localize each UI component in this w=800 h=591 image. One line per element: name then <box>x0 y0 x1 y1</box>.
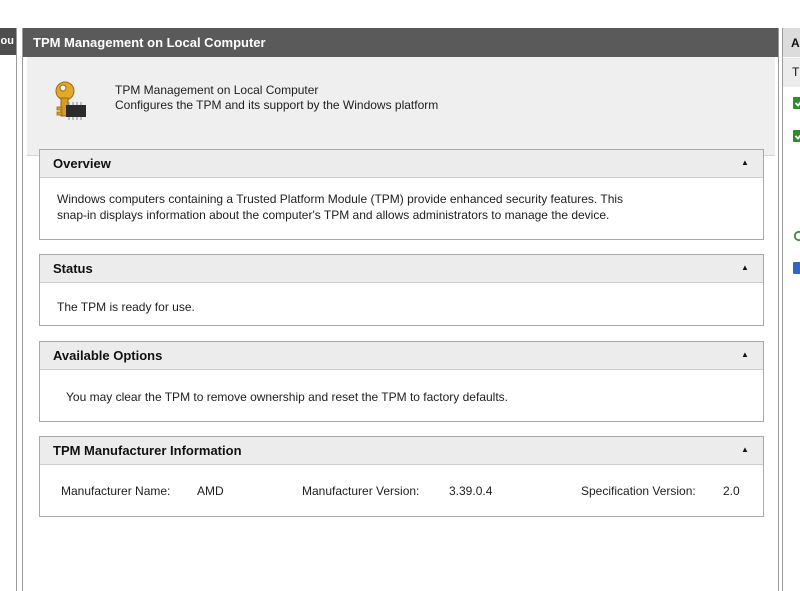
green-check-icon[interactable] <box>793 130 800 142</box>
overview-text-line1: Windows computers containing a Trusted P… <box>57 192 624 206</box>
collapse-status-button[interactable]: ▲ <box>737 260 753 276</box>
overview-body: Windows computers containing a Trusted P… <box>40 178 763 240</box>
intro-banner: TPM Management on Local Computer Configu… <box>27 57 775 156</box>
tpm-management-pane: TPM Management on Local Computer TPM Man <box>22 28 779 591</box>
actions-pane: A T <box>782 28 800 591</box>
key-chip-icon <box>55 81 86 120</box>
available-options-header[interactable]: Available Options ▲ <box>40 342 763 370</box>
intro-title: TPM Management on Local Computer <box>115 83 319 97</box>
overview-title: Overview <box>53 156 111 171</box>
collapse-manufacturer-button[interactable]: ▲ <box>737 442 753 458</box>
green-check-icon[interactable] <box>793 97 800 109</box>
refresh-icon[interactable] <box>793 230 800 242</box>
status-header[interactable]: Status ▲ <box>40 255 763 283</box>
actions-header-label: A <box>791 36 800 50</box>
specification-version-label: Specification Version: <box>581 484 696 498</box>
manufacturer-title: TPM Manufacturer Information <box>53 443 242 458</box>
pane-title: TPM Management on Local Computer <box>23 28 778 57</box>
collapse-overview-button[interactable]: ▲ <box>737 155 753 171</box>
clear-tpm-text: You may clear the TPM to remove ownershi… <box>66 390 508 404</box>
manufacturer-name-value: AMD <box>197 484 224 498</box>
intro-description: Configures the TPM and its support by th… <box>115 98 439 112</box>
manufacturer-section: TPM Manufacturer Information ▲ Manufactu… <box>39 436 764 517</box>
top-strip <box>0 0 800 28</box>
console-tree-header-label: ou <box>0 35 14 47</box>
collapse-available-options-button[interactable]: ▲ <box>737 347 753 363</box>
manufacturer-body: Manufacturer Name: AMD Manufacturer Vers… <box>40 465 763 517</box>
available-options-body: You may clear the TPM to remove ownershi… <box>40 370 763 422</box>
available-options-title: Available Options <box>53 348 163 363</box>
status-body: The TPM is ready for use. <box>40 283 763 326</box>
overview-section: Overview ▲ Windows computers containing … <box>39 149 764 240</box>
overview-text-line2: snap-in displays information about the c… <box>57 208 610 222</box>
manufacturer-version-value: 3.39.0.4 <box>449 484 493 498</box>
actions-group-label: T <box>792 65 800 79</box>
status-section: Status ▲ The TPM is ready for use. <box>39 254 764 326</box>
status-text: The TPM is ready for use. <box>57 300 195 314</box>
manufacturer-header[interactable]: TPM Manufacturer Information ▲ <box>40 437 763 465</box>
overview-header[interactable]: Overview ▲ <box>40 150 763 178</box>
help-icon[interactable] <box>793 262 800 274</box>
manufacturer-name-label: Manufacturer Name: <box>61 484 171 498</box>
available-options-section: Available Options ▲ You may clear the TP… <box>39 341 764 422</box>
console-tree-pane[interactable]: ou <box>0 28 17 591</box>
specification-version-value: 2.0 <box>723 484 740 498</box>
manufacturer-version-label: Manufacturer Version: <box>302 484 420 498</box>
status-title: Status <box>53 261 93 276</box>
console-tree-header: ou <box>0 28 16 55</box>
actions-group-row[interactable]: T <box>783 58 800 87</box>
actions-header: A <box>783 28 800 57</box>
